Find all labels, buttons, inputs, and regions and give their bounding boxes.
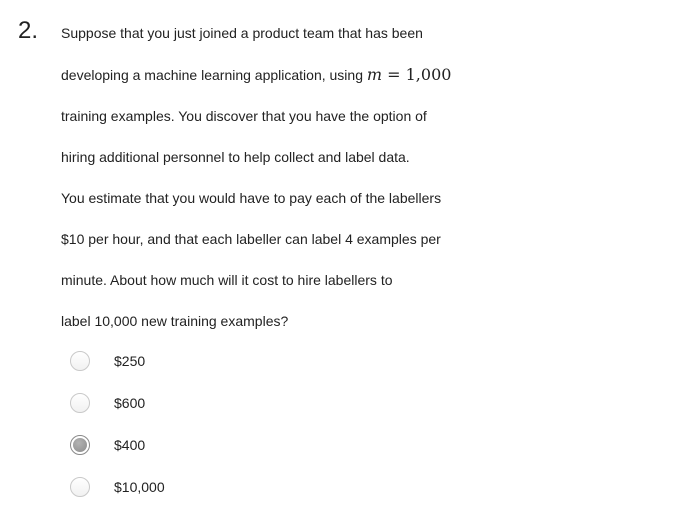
math-value: 1,000	[405, 65, 452, 84]
question-line: minute. About how much will it cost to h…	[61, 272, 393, 288]
question-number: 2.	[18, 17, 39, 44]
question-line: $10 per hour, and that each labeller can…	[61, 231, 441, 247]
radio-button[interactable]	[70, 477, 90, 497]
answer-option-250[interactable]: $250	[70, 340, 470, 382]
radio-button[interactable]	[70, 393, 90, 413]
answer-option-600[interactable]: $600	[70, 382, 470, 424]
question-line: developing a machine learning applicatio…	[61, 54, 661, 96]
answer-option-label: $250	[114, 353, 146, 369]
question-line: label 10,000 new training examples?	[61, 313, 289, 329]
answer-option-label: $10,000	[114, 479, 165, 495]
question-line: Suppose that you just joined a product t…	[61, 25, 423, 41]
radio-button[interactable]	[70, 435, 90, 455]
radio-selected-dot	[73, 438, 87, 452]
quiz-question: 2. Suppose that you just joined a produc…	[0, 0, 673, 527]
math-operator: =	[382, 65, 406, 84]
question-text: Suppose that you just joined a product t…	[61, 13, 661, 342]
math-expression: m = 1,000	[367, 65, 452, 84]
question-line-text: developing a machine learning applicatio…	[61, 67, 367, 83]
question-line: You estimate that you would have to pay …	[61, 190, 442, 206]
question-line: training examples. You discover that you…	[61, 108, 427, 124]
math-variable: m	[366, 65, 383, 84]
answer-options: $250 $600 $400 $10,000	[70, 340, 470, 508]
answer-option-400[interactable]: $400	[70, 424, 470, 466]
radio-button[interactable]	[70, 351, 90, 371]
answer-option-10000[interactable]: $10,000	[70, 466, 470, 508]
answer-option-label: $600	[114, 395, 146, 411]
question-line: hiring additional personnel to help coll…	[61, 149, 410, 165]
answer-option-label: $400	[114, 437, 146, 453]
